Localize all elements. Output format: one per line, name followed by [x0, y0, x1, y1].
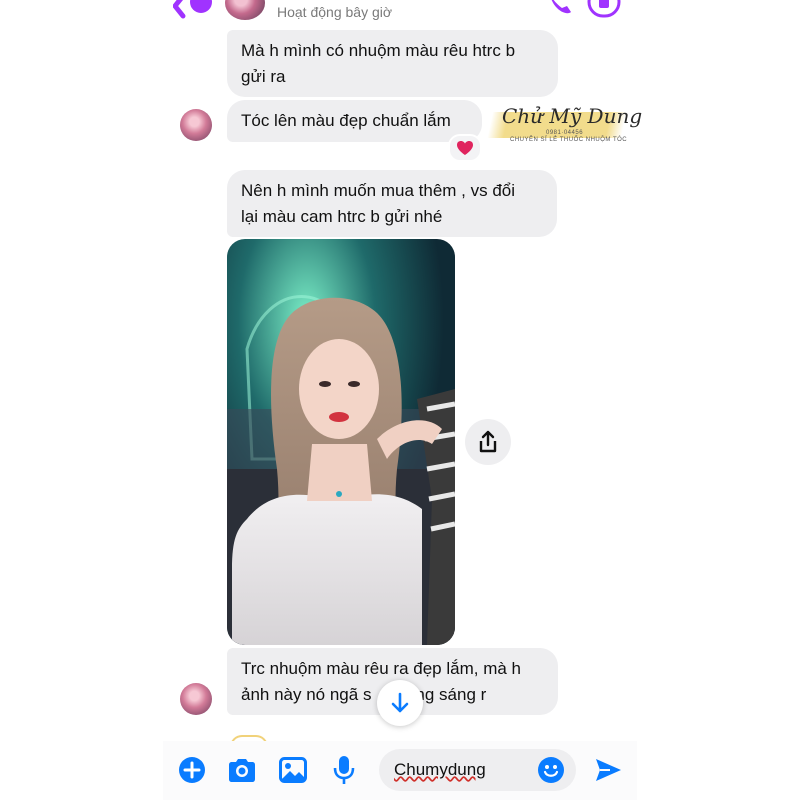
send-icon: [596, 759, 621, 781]
active-status: Hoạt động bây giờ: [277, 4, 393, 20]
photo-message[interactable]: [227, 239, 455, 645]
message-text: Mà h mình có nhuộm màu rêu htrc b: [241, 41, 516, 60]
message-reaction[interactable]: [448, 134, 482, 162]
message-input[interactable]: Chumydung: [379, 749, 576, 791]
watermark-phone: 0981·04456: [546, 130, 584, 136]
sender-avatar[interactable]: [180, 109, 212, 141]
plus-icon: [179, 757, 205, 783]
back-icon[interactable]: [173, 0, 213, 20]
message-text: ảnh này nó ngã s: [241, 685, 372, 704]
share-button[interactable]: [465, 419, 511, 465]
contact-avatar[interactable]: [225, 0, 265, 20]
message-bubble[interactable]: Nên h mình muốn mua thêm , vs đổi lại mà…: [227, 170, 557, 237]
camera-button[interactable]: [227, 755, 257, 785]
emoji-icon[interactable]: [537, 756, 565, 784]
photo-image: [227, 239, 455, 645]
share-icon: [479, 430, 497, 453]
video-icon[interactable]: [587, 0, 623, 18]
gallery-button[interactable]: [278, 755, 308, 785]
message-text: Trc nhuộm màu rêu ra đẹp lắm, mà h: [241, 659, 521, 678]
watermark-name: Chử Mỹ Dung: [502, 104, 643, 128]
chat-header: Hoạt động bây giờ: [163, 0, 637, 24]
arrow-down-icon: [391, 692, 409, 713]
message-input-value: Chumydung: [394, 760, 486, 779]
microphone-icon: [333, 756, 355, 784]
message-bubble[interactable]: Mà h mình có nhuộm màu rêu htrc b gửi ra: [227, 30, 558, 97]
watermark-tagline: CHUYÊN SỈ LẺ THUỐC NHUỘM TÓC: [510, 137, 628, 143]
message-text: Tóc lên màu đẹp chuẩn lắm: [241, 111, 451, 130]
voice-button[interactable]: [329, 755, 359, 785]
camera-icon: [229, 759, 255, 782]
send-button[interactable]: [593, 755, 623, 785]
call-icon[interactable]: [545, 0, 573, 16]
message-text: lại màu cam htrc b gửi nhé: [241, 207, 443, 226]
plus-button[interactable]: [177, 755, 207, 785]
message-text: gửi ra: [241, 67, 286, 86]
image-icon: [279, 757, 307, 783]
message-text: Nên h mình muốn mua thêm , vs đổi: [241, 181, 516, 200]
sender-avatar[interactable]: [180, 683, 212, 715]
scroll-to-bottom-button[interactable]: [377, 680, 423, 726]
heart-icon: [457, 141, 473, 155]
message-composer: Chumydung: [163, 741, 637, 800]
message-bubble[interactable]: Tóc lên màu đẹp chuẩn lắm: [227, 100, 482, 142]
watermark-logo: Chử Mỹ Dung 0981·04456 CHUYÊN SỈ LẺ THUỐ…: [487, 100, 642, 152]
